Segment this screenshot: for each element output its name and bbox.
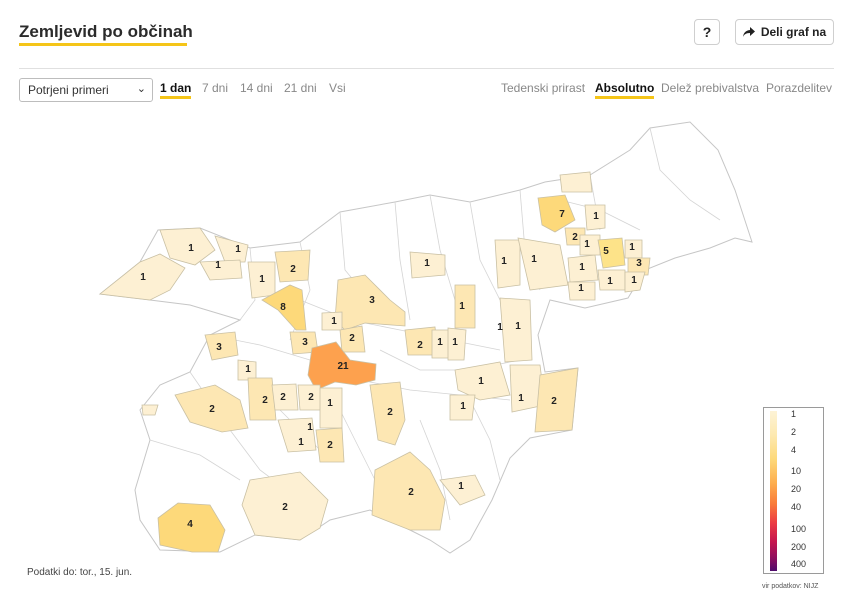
- legend-label: 40: [791, 502, 802, 512]
- map-value: 3: [369, 295, 375, 306]
- map-value: 1: [215, 260, 221, 271]
- map-value: 1: [459, 301, 465, 312]
- map-value: 1: [188, 243, 194, 254]
- map-value: 1: [140, 272, 146, 283]
- map-value: 1: [458, 481, 464, 492]
- map-value: 21: [337, 361, 349, 372]
- map-value: 2: [572, 232, 578, 243]
- legend-label: 1: [791, 409, 797, 419]
- map-value: 1: [584, 239, 590, 250]
- legend-label: 100: [791, 524, 807, 534]
- data-source: vir podatkov: NIJZ: [762, 583, 819, 590]
- map-value: 7: [559, 209, 565, 220]
- map-value: 5: [603, 246, 609, 257]
- map-value: 2: [282, 502, 288, 513]
- map-value: 1: [307, 422, 313, 433]
- map-value: 1: [497, 322, 503, 333]
- map-value: 2: [308, 392, 314, 403]
- municipality-map: 1 1 1 1 2 8 3 1 3 3 1 2 21 1 2 2 2 2 1 1…: [98, 121, 753, 554]
- map-value: 1: [593, 211, 599, 222]
- map-value: 3: [302, 337, 308, 348]
- map-value: 1: [629, 242, 635, 253]
- map-value: 1: [452, 337, 458, 348]
- map-value: 1: [331, 316, 337, 327]
- map-value: 3: [216, 342, 222, 353]
- map-value: 2: [417, 340, 423, 351]
- map-value: 1: [579, 262, 585, 273]
- legend-color-bar: [770, 411, 777, 571]
- map-value: 2: [262, 395, 268, 406]
- map-value: 1: [631, 275, 637, 286]
- map-value: 2: [551, 396, 557, 407]
- map-value: 2: [327, 440, 333, 451]
- legend-label: 200: [791, 542, 807, 552]
- map-value: 1: [298, 437, 304, 448]
- map-value: 3: [636, 258, 642, 269]
- map-value: 1: [259, 274, 265, 285]
- map-value: 1: [515, 321, 521, 332]
- map-value: 1: [607, 276, 613, 287]
- map-value: 1: [460, 401, 466, 412]
- map-value: 1: [327, 398, 333, 409]
- legend-label: 2: [791, 427, 797, 437]
- map-value: 1: [478, 376, 484, 387]
- map-value: 1: [437, 337, 443, 348]
- map-value: 1: [424, 258, 430, 269]
- map-value: 1: [531, 254, 537, 265]
- map-value: 1: [578, 283, 584, 294]
- map-value: 1: [501, 256, 507, 267]
- map-value: 8: [280, 302, 286, 313]
- map-value: 1: [245, 364, 251, 375]
- legend-label: 4: [791, 445, 797, 455]
- legend-label: 10: [791, 466, 802, 476]
- map-value: 2: [349, 333, 355, 344]
- map-value: 2: [408, 487, 414, 498]
- map-value: 2: [280, 392, 286, 403]
- map-value: 2: [290, 264, 296, 275]
- legend: 1 2 4 10 20 40 100 200 400: [763, 407, 824, 574]
- legend-label: 400: [791, 559, 807, 569]
- map-value: 2: [387, 407, 393, 418]
- map-value: 1: [518, 393, 524, 404]
- map-value: 2: [209, 404, 215, 415]
- map-value: 1: [235, 244, 241, 255]
- map-value: 4: [187, 519, 193, 530]
- data-date: Podatki do: tor., 15. jun.: [27, 567, 133, 578]
- legend-label: 20: [791, 484, 802, 494]
